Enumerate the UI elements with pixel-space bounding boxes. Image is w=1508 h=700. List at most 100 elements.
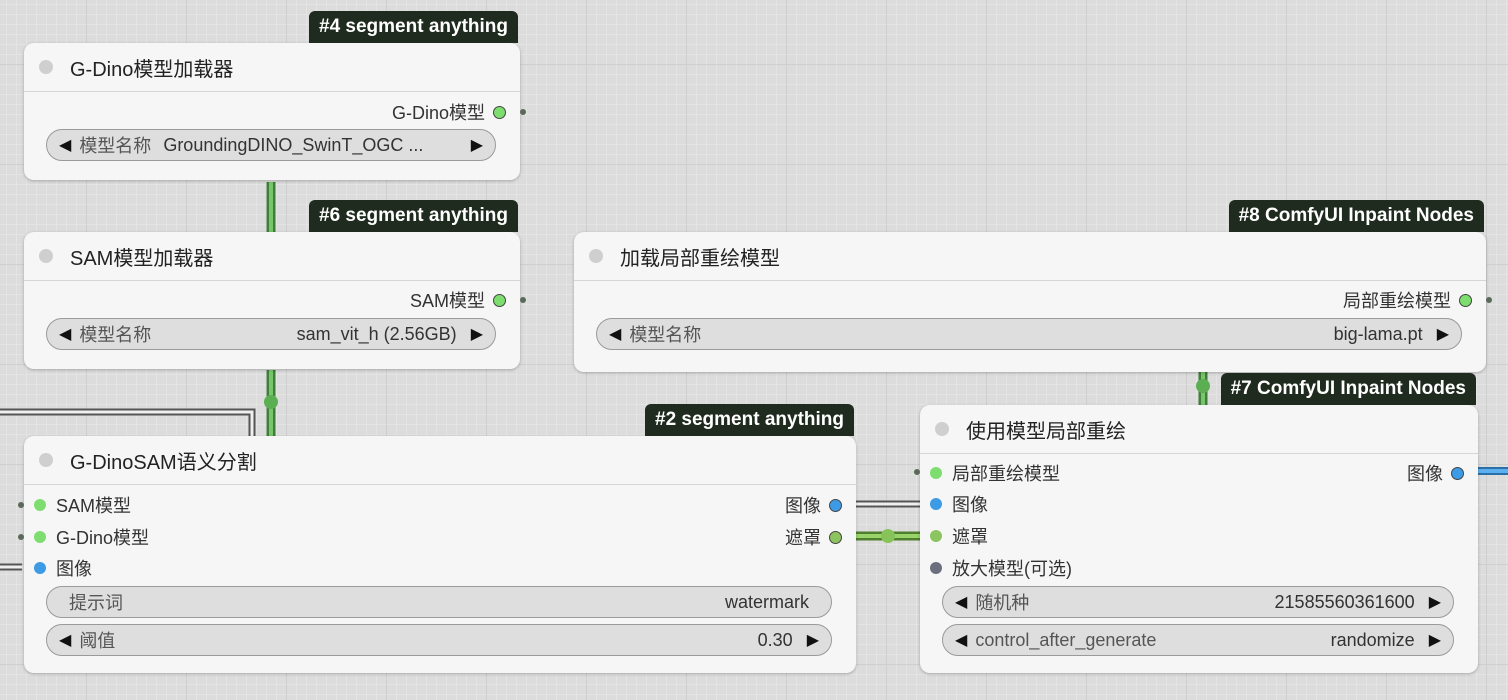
node-id-badge: #7 ComfyUI Inpaint Nodes: [1220, 373, 1476, 405]
node-header[interactable]: G-DinoSAM语义分割: [24, 436, 856, 485]
right-arrow-icon[interactable]: ▶: [807, 630, 819, 650]
widget-label: 模型名称: [629, 325, 702, 345]
input-image[interactable]: 图像: [34, 556, 92, 580]
green-socket-icon[interactable]: [493, 105, 506, 119]
node-header[interactable]: G-Dino模型加载器: [24, 43, 520, 92]
seed-stepper[interactable]: ◀ 随机种 21585560361600 ▶: [942, 586, 1454, 618]
node-id-badge: #8 ComfyUI Inpaint Nodes: [1228, 200, 1484, 232]
widget-label: control_after_generate: [975, 629, 1157, 650]
gdino-loader-node[interactable]: #4 segment anything G-Dino模型加载器 G-Dino模型…: [24, 11, 526, 180]
node-title: SAM模型加载器: [70, 247, 214, 270]
widget-value: watermark: [724, 591, 809, 612]
socket-stub-icon: [18, 502, 24, 508]
collapse-dot-icon[interactable]: [39, 60, 53, 74]
green-socket-icon[interactable]: [930, 467, 942, 479]
left-arrow-icon[interactable]: ◀: [59, 135, 71, 155]
mask-socket-icon[interactable]: [930, 530, 942, 542]
node-title: 加载局部重绘模型: [620, 247, 780, 270]
socket-stub-icon: [18, 534, 24, 540]
widget-value: sam_vit_h (2.56GB): [296, 323, 457, 344]
blue-socket-icon[interactable]: [930, 498, 942, 510]
model-name-selector[interactable]: ◀ 模型名称 sam_vit_h (2.56GB) ▶: [46, 318, 496, 350]
output-label: SAM模型: [409, 291, 485, 311]
blue-socket-icon[interactable]: [34, 562, 46, 574]
control-after-generate-selector[interactable]: ◀ control_after_generate randomize ▶: [942, 624, 1454, 656]
node-header[interactable]: SAM模型加载器: [24, 232, 520, 281]
node-title: G-DinoSAM语义分割: [70, 451, 257, 474]
left-arrow-icon[interactable]: ◀: [609, 324, 621, 344]
input-inpaint-model[interactable]: 局部重绘模型: [930, 461, 1060, 485]
green-socket-icon[interactable]: [493, 293, 506, 307]
socket-stub-icon: [1486, 297, 1492, 303]
output-mask[interactable]: 遮罩: [785, 525, 842, 549]
collapse-dot-icon[interactable]: [39, 453, 53, 467]
input-gdino-model[interactable]: G-Dino模型: [34, 525, 149, 549]
gray-socket-icon[interactable]: [930, 562, 942, 574]
input-sam-model[interactable]: SAM模型: [34, 493, 131, 517]
sam-loader-node[interactable]: #6 segment anything SAM模型加载器 SAM模型 ◀ 模型名…: [24, 200, 526, 369]
output-image[interactable]: 图像: [1407, 461, 1464, 485]
green-socket-icon[interactable]: [1459, 293, 1472, 307]
collapse-dot-icon[interactable]: [935, 422, 949, 436]
widget-value: randomize: [1330, 629, 1415, 650]
green-socket-icon[interactable]: [34, 499, 46, 511]
right-arrow-icon[interactable]: ▶: [471, 135, 483, 155]
output-inpaint-model[interactable]: 局部重绘模型: [1343, 288, 1472, 312]
widget-value: 0.30: [757, 629, 793, 650]
prompt-field[interactable]: 提示词 watermark: [46, 586, 832, 618]
output-label: 遮罩: [785, 528, 821, 548]
widget-value: big-lama.pt: [1333, 323, 1423, 344]
socket-stub-icon: [520, 109, 526, 115]
left-arrow-icon[interactable]: ◀: [59, 630, 71, 650]
output-gdino-model[interactable]: G-Dino模型: [392, 100, 506, 124]
right-arrow-icon[interactable]: ▶: [1429, 630, 1441, 650]
node-id-badge: #4 segment anything: [309, 11, 518, 43]
widget-label: 随机种: [975, 593, 1030, 613]
inpaint-with-model-node[interactable]: #7 ComfyUI Inpaint Nodes 使用模型局部重绘 局部重绘模型…: [914, 373, 1478, 673]
widget-label: 提示词: [69, 593, 123, 613]
mask-socket-icon[interactable]: [829, 530, 842, 544]
input-label: SAM模型: [56, 496, 132, 516]
green-socket-icon[interactable]: [34, 531, 46, 543]
model-name-selector[interactable]: ◀ 模型名称 big-lama.pt ▶: [596, 318, 1462, 350]
output-label: 图像: [1407, 464, 1443, 484]
output-image[interactable]: 图像: [785, 493, 842, 517]
widget-label: 阈值: [79, 631, 116, 651]
output-label: 图像: [785, 496, 821, 516]
node-header[interactable]: 加载局部重绘模型: [574, 232, 1486, 281]
node-title: G-Dino模型加载器: [70, 58, 234, 81]
input-label: G-Dino模型: [56, 528, 150, 548]
left-arrow-icon[interactable]: ◀: [59, 324, 71, 344]
gdinosam-segment-node[interactable]: #2 segment anything G-DinoSAM语义分割 SAM模型 …: [18, 404, 856, 673]
node-id-badge: #6 segment anything: [309, 200, 518, 232]
output-sam-model[interactable]: SAM模型: [410, 288, 506, 312]
output-label: G-Dino模型: [391, 103, 485, 123]
model-name-selector[interactable]: ◀ 模型名称 GroundingDINO_SwinT_OGC ... ▶: [46, 129, 496, 161]
input-label: 图像: [56, 559, 92, 579]
socket-stub-icon: [520, 297, 526, 303]
left-arrow-icon[interactable]: ◀: [955, 630, 967, 650]
right-arrow-icon[interactable]: ▶: [1437, 324, 1449, 344]
input-upscale-model[interactable]: 放大模型(可选): [930, 556, 1072, 580]
blue-socket-icon[interactable]: [829, 498, 842, 512]
threshold-stepper[interactable]: ◀ 阈值 0.30 ▶: [46, 624, 832, 656]
node-title: 使用模型局部重绘: [966, 420, 1126, 443]
collapse-dot-icon[interactable]: [589, 249, 603, 263]
widget-label: 模型名称: [79, 136, 152, 156]
input-label: 遮罩: [952, 527, 988, 547]
right-arrow-icon[interactable]: ▶: [1429, 592, 1441, 612]
blue-socket-icon[interactable]: [1451, 466, 1464, 480]
widget-label: 模型名称: [79, 325, 152, 345]
left-arrow-icon[interactable]: ◀: [955, 592, 967, 612]
node-header[interactable]: 使用模型局部重绘: [920, 405, 1478, 454]
input-label: 放大模型(可选): [952, 559, 1072, 579]
input-mask[interactable]: 遮罩: [930, 524, 988, 548]
widget-value: 21585560361600: [1274, 591, 1415, 612]
right-arrow-icon[interactable]: ▶: [471, 324, 483, 344]
input-image[interactable]: 图像: [930, 492, 988, 516]
output-label: 局部重绘模型: [1343, 291, 1451, 311]
input-label: 局部重绘模型: [952, 464, 1060, 484]
socket-stub-icon: [914, 469, 920, 475]
collapse-dot-icon[interactable]: [39, 249, 53, 263]
inpaint-loader-node[interactable]: #8 ComfyUI Inpaint Nodes 加载局部重绘模型 局部重绘模型…: [574, 200, 1492, 372]
